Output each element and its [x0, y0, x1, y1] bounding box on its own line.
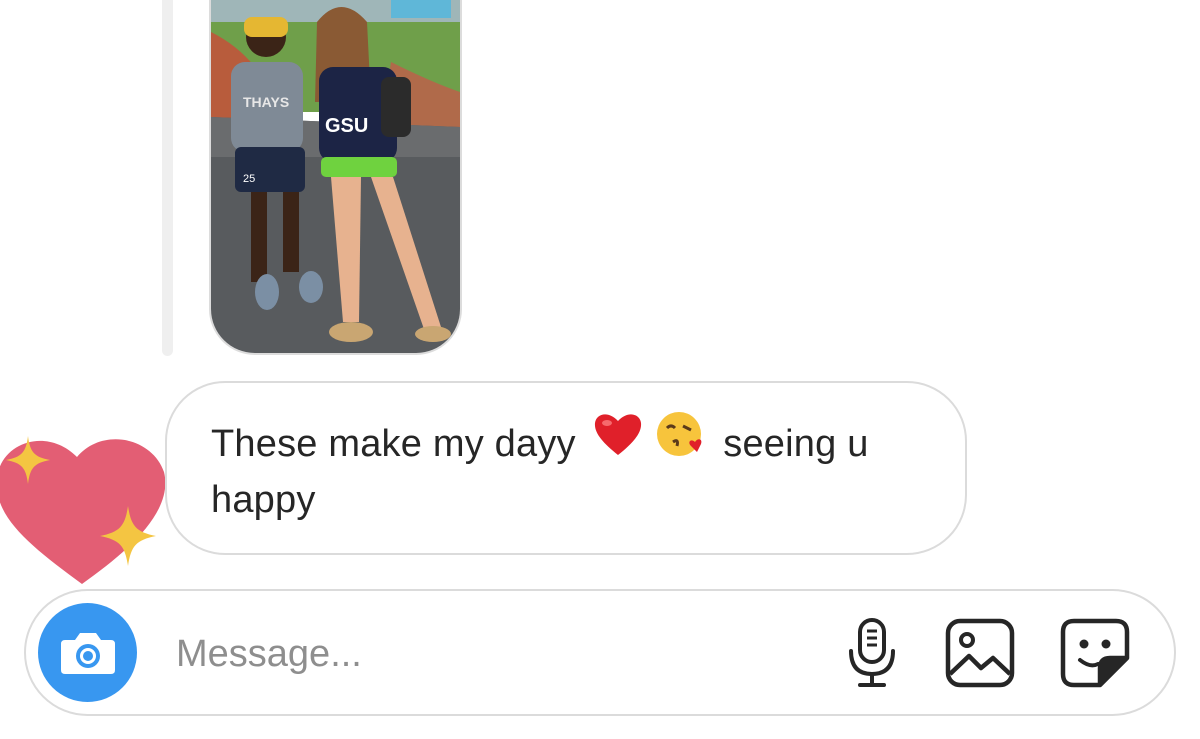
heart-reaction-sticker[interactable] — [0, 422, 172, 592]
shared-photo[interactable]: THAYS 25 GSU — [209, 0, 462, 355]
shirt-text: GSU — [325, 115, 368, 137]
message-text: These make my dayy seeing u happy — [211, 412, 905, 527]
message-bubble[interactable]: These make my dayy seeing u happy — [165, 381, 967, 555]
microphone-icon — [849, 618, 895, 687]
gallery-button[interactable] — [944, 617, 1016, 689]
message-input[interactable] — [174, 621, 798, 687]
image-gallery-icon — [945, 618, 1015, 688]
kissing-face-emoji — [655, 410, 707, 473]
photo-image: THAYS 25 GSU — [211, 0, 460, 353]
message-composer — [24, 589, 1176, 716]
sticker-button[interactable] — [1059, 617, 1131, 689]
message-text-before: These make my dayy — [211, 423, 587, 465]
svg-text:THAYS: THAYS — [243, 94, 289, 110]
voice-message-button[interactable] — [836, 617, 908, 689]
camera-button[interactable] — [38, 603, 137, 702]
reply-thread-line — [162, 0, 173, 356]
sparkling-heart-icon — [0, 436, 166, 584]
shorts-number: 25 — [243, 173, 255, 185]
camera-icon — [60, 632, 115, 674]
sticker-icon — [1060, 618, 1130, 688]
chat-screen: THAYS 25 GSU These make my dayy seeing u… — [0, 0, 1200, 739]
red-heart-emoji — [593, 411, 643, 472]
